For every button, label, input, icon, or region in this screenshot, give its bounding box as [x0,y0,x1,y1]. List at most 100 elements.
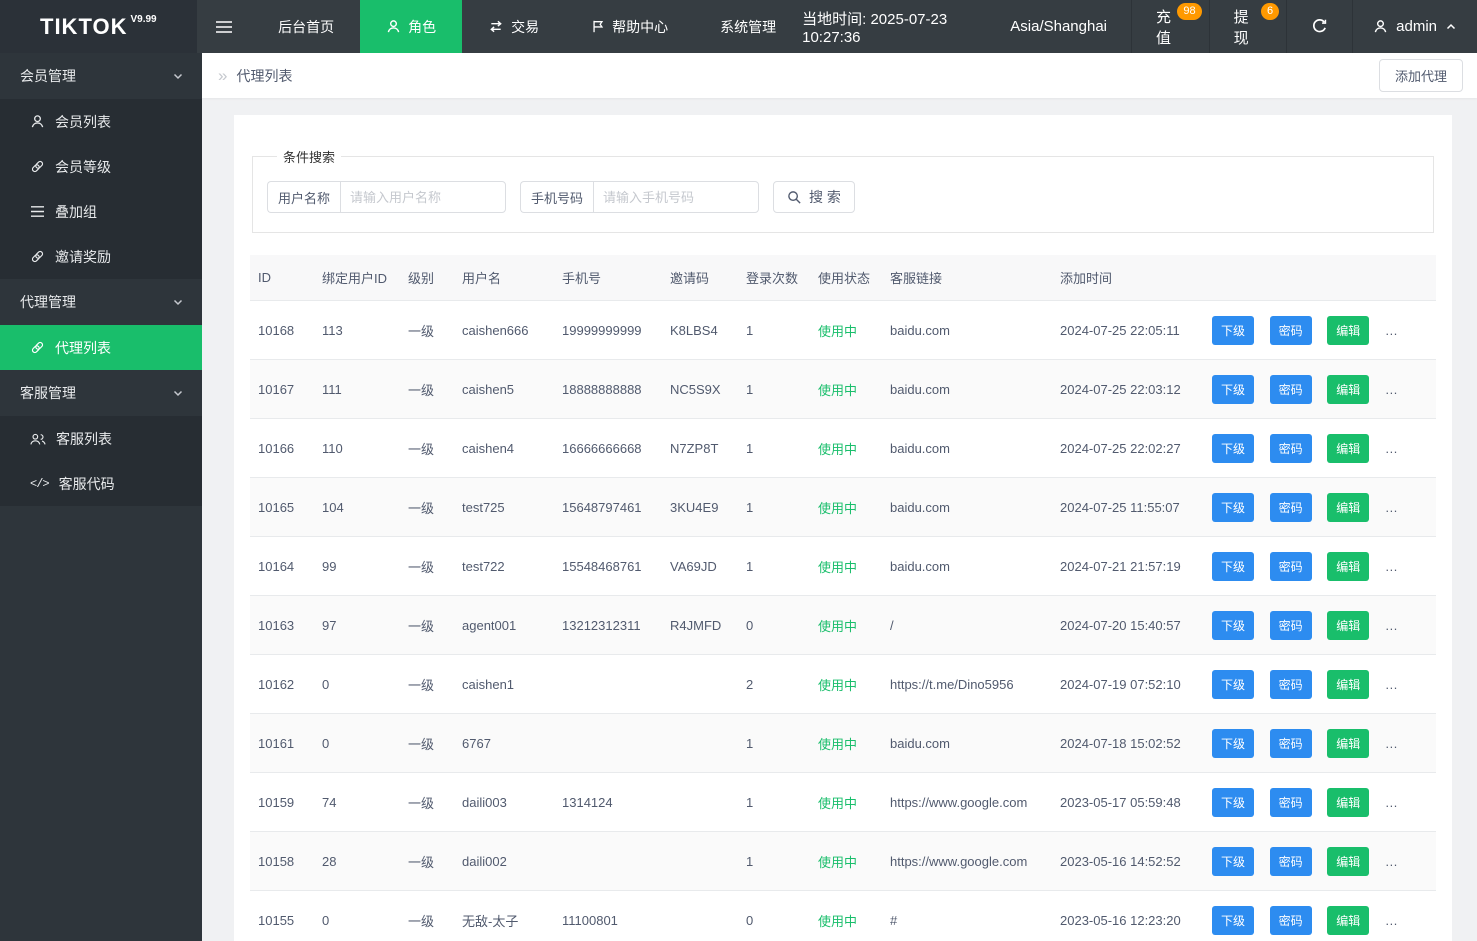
edit-button[interactable]: 编辑 [1327,493,1370,522]
sub-agent-button[interactable]: 下级 [1212,729,1254,758]
disable-button[interactable]: 禁用 [1384,729,1427,758]
sidebar-item-stack-group[interactable]: 叠加组 [0,189,202,234]
edit-button[interactable]: 编辑 [1327,316,1370,345]
cell-bind-user-id: 0 [314,713,400,773]
sidebar-item-member-level[interactable]: 会员等级 [0,144,202,189]
password-button[interactable]: 密码 [1269,375,1312,404]
cell-actions: 下级 密码 编辑 禁用 [1204,831,1436,891]
nav-dashboard[interactable]: 后台首页 [252,0,360,53]
sidebar-item-invite-reward[interactable]: 邀请奖励 [0,234,202,279]
password-button[interactable]: 密码 [1269,316,1312,345]
sidebar-group-member-management[interactable]: 会员管理 [0,53,202,99]
item-label: 会员列表 [55,113,111,130]
cell-login-count: 1 [738,300,810,360]
password-button[interactable]: 密码 [1269,493,1312,522]
cell-phone: 15548468761 [554,536,662,596]
user-menu[interactable]: admin [1352,0,1477,53]
hamburger-icon [215,20,233,34]
cell-added-time: 2024-07-20 15:40:57 [1052,595,1204,655]
add-agent-button[interactable]: 添加代理 [1378,59,1463,92]
item-label: 会员等级 [55,158,111,175]
cell-bind-user-id: 28 [314,831,400,891]
sub-agent-button[interactable]: 下级 [1212,906,1254,935]
disable-button[interactable]: 禁用 [1384,788,1427,817]
recharge-button[interactable]: 充值 98 [1131,0,1209,53]
disable-button[interactable]: 禁用 [1384,493,1427,522]
cell-bind-user-id: 74 [314,772,400,832]
table-row: 10165 104 一级 test725 15648797461 3KU4E9 … [250,477,1436,537]
col-added-time: 添加时间 [1052,255,1204,301]
search-button[interactable]: 搜 索 [773,181,855,213]
sub-agent-button[interactable]: 下级 [1212,611,1254,640]
nav-trade[interactable]: 交易 [462,0,565,53]
sub-agent-button[interactable]: 下级 [1212,434,1254,463]
sub-agent-button[interactable]: 下级 [1212,493,1254,522]
cell-actions: 下级 密码 编辑 禁用 [1204,418,1436,478]
edit-button[interactable]: 编辑 [1327,552,1370,581]
cell-id: 10164 [250,536,314,596]
withdraw-button[interactable]: 提现 6 [1208,0,1287,53]
chevron-down-icon [172,387,184,399]
cell-phone: 11100801 [554,890,662,941]
nav-roles[interactable]: 角色 [360,0,463,53]
sidebar-item-service-code[interactable]: </> 客服代码 [0,461,202,506]
person-icon [386,19,401,34]
password-button[interactable]: 密码 [1269,670,1312,699]
password-button[interactable]: 密码 [1269,611,1312,640]
disable-button[interactable]: 禁用 [1384,906,1427,935]
edit-button[interactable]: 编辑 [1327,670,1370,699]
sub-agent-button[interactable]: 下级 [1212,788,1254,817]
edit-button[interactable]: 编辑 [1327,788,1370,817]
sub-agent-button[interactable]: 下级 [1212,552,1254,581]
disable-button[interactable]: 禁用 [1384,611,1427,640]
phone-input[interactable] [593,181,760,213]
refresh-button[interactable] [1286,0,1352,53]
breadcrumb-arrow-icon: » [218,65,228,85]
breadcrumb-current[interactable]: 代理列表 [236,66,292,86]
edit-button[interactable]: 编辑 [1327,729,1370,758]
col-bind-user-id: 绑定用户ID [314,255,400,301]
sidebar-item-service-list[interactable]: 客服列表 [0,416,202,461]
nav-help-label: 帮助中心 [612,18,669,35]
disable-button[interactable]: 禁用 [1384,552,1427,581]
sub-agent-button[interactable]: 下级 [1212,375,1254,404]
username-input[interactable] [340,181,507,213]
disable-button[interactable]: 禁用 [1384,375,1427,404]
password-button[interactable]: 密码 [1269,847,1312,876]
cell-login-count: 1 [738,359,810,419]
edit-button[interactable]: 编辑 [1327,434,1370,463]
password-button[interactable]: 密码 [1269,906,1312,935]
status-text: 使用中 [818,324,858,339]
edit-button[interactable]: 编辑 [1327,847,1370,876]
topbar-right: 当地时间: 2025-07-23 10:27:36 Asia/Shanghai … [802,0,1477,53]
disable-button[interactable]: 禁用 [1384,434,1427,463]
sidebar-group-agent-management[interactable]: 代理管理 [0,279,202,325]
clock: 当地时间: 2025-07-23 10:27:36 Asia/Shanghai [802,0,1131,53]
password-button[interactable]: 密码 [1269,434,1312,463]
top-nav: 后台首页 角色 交易 帮助中心 系统管理 [252,0,802,53]
cell-added-time: 2024-07-21 21:57:19 [1052,536,1204,596]
sub-agent-button[interactable]: 下级 [1212,670,1254,699]
menu-toggle-icon[interactable] [197,0,252,53]
password-button[interactable]: 密码 [1269,552,1312,581]
sidebar-item-member-list[interactable]: 会员列表 [0,99,202,144]
cell-phone: 15648797461 [554,477,662,537]
password-button[interactable]: 密码 [1269,729,1312,758]
password-button[interactable]: 密码 [1269,788,1312,817]
disable-button[interactable]: 禁用 [1384,670,1427,699]
disable-button[interactable]: 禁用 [1384,316,1427,345]
cell-login-count: 1 [738,477,810,537]
edit-button[interactable]: 编辑 [1327,611,1370,640]
nav-help-center[interactable]: 帮助中心 [565,0,694,53]
sidebar-item-agent-list[interactable]: 代理列表 [0,325,202,370]
status-text: 使用中 [818,501,858,516]
edit-button[interactable]: 编辑 [1327,375,1370,404]
edit-button[interactable]: 编辑 [1327,906,1370,935]
sidebar-group-service-management[interactable]: 客服管理 [0,370,202,416]
nav-system[interactable]: 系统管理 [694,0,802,53]
cell-login-count: 1 [738,713,810,773]
sub-agent-button[interactable]: 下级 [1212,847,1254,876]
sub-agent-button[interactable]: 下级 [1212,316,1254,345]
username-label: 用户名称 [267,181,341,213]
disable-button[interactable]: 禁用 [1384,847,1427,876]
